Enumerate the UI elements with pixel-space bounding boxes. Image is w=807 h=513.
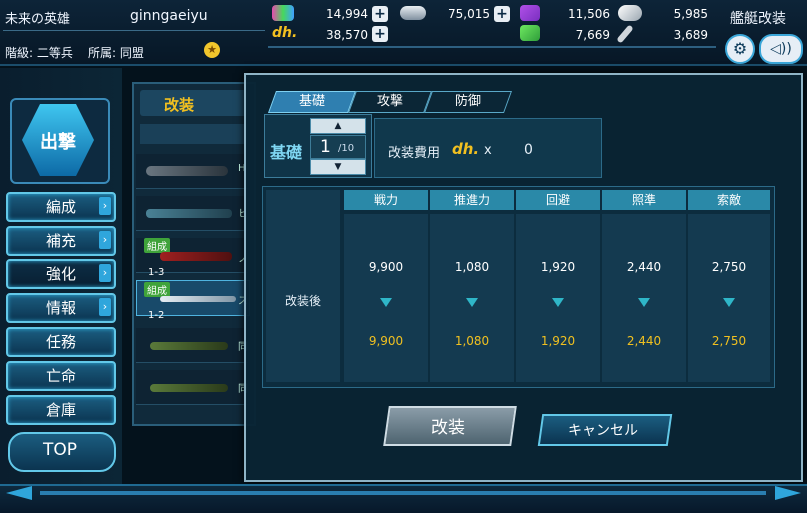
row-label-column — [266, 190, 340, 382]
bottom-bar — [0, 484, 807, 513]
stat-after: 1,080 — [454, 334, 490, 348]
tab-attack[interactable]: 攻撃 — [347, 91, 433, 113]
add-fuel-button[interactable]: + — [494, 6, 510, 22]
stat-after: 2,750 — [711, 334, 747, 348]
stat-before: 2,750 — [711, 260, 747, 274]
column-header: 回避 — [516, 190, 600, 210]
column-header: 照準 — [602, 190, 686, 210]
chevron-right-icon: › — [99, 264, 111, 282]
ship-image — [146, 166, 228, 176]
resource-dh-value: 38,570 — [326, 28, 368, 42]
modify-button-label: 改装 — [431, 418, 465, 438]
resource-fuel-value: 75,015 — [448, 7, 490, 21]
ship-image — [160, 296, 236, 302]
nav-warehouse-button[interactable]: 倉庫 — [6, 395, 116, 425]
add-dh-button[interactable]: + — [372, 26, 388, 42]
arrow-down-icon — [552, 298, 564, 307]
dh-currency-icon: dh. — [272, 25, 298, 41]
top-button-label: TOP — [42, 440, 78, 460]
sortie-label: 出撃 — [40, 132, 76, 153]
metal-icon — [618, 5, 642, 21]
nav-supply-button[interactable]: 補充 › — [6, 226, 116, 256]
formation-badge: 組成 — [144, 238, 170, 253]
ship-list-filter — [140, 124, 248, 144]
scroll-track[interactable] — [40, 491, 766, 495]
level-value: 1 — [320, 137, 331, 157]
cost-label: 改装費用 — [388, 146, 441, 161]
stat-before: 9,900 — [368, 260, 404, 274]
resource-rod-value: 3,689 — [673, 28, 708, 42]
gem-icon — [272, 5, 294, 21]
ship-image — [160, 252, 232, 261]
screen-title: 艦艇改装 — [730, 11, 786, 27]
ship-image — [146, 209, 232, 218]
sound-toggle-icon[interactable]: ◁)) — [759, 34, 803, 64]
resource-metal-value: 5,985 — [673, 7, 708, 21]
cost-multiplier: x — [484, 143, 492, 158]
stat-after: 9,900 — [368, 334, 404, 348]
divider — [3, 30, 265, 31]
arrow-down-icon — [380, 298, 392, 307]
add-gem-button[interactable]: + — [372, 6, 388, 22]
formation-badge: 組成 — [144, 282, 170, 297]
ship-level: 1-3 — [148, 267, 165, 278]
level-max: /10 — [338, 143, 355, 154]
resource-purple-value: 11,506 — [568, 7, 610, 21]
ship-level: 1-2 — [148, 310, 165, 321]
stat-before: 2,440 — [626, 260, 662, 274]
column-header: 戦力 — [344, 190, 428, 210]
nav-formation-button[interactable]: 編成 › — [6, 192, 116, 222]
divider — [268, 46, 716, 48]
player-title: 未来の英雄 — [5, 12, 71, 27]
nav-mission-button[interactable]: 任務 — [6, 327, 116, 357]
dh-currency-icon: dh. — [452, 140, 480, 158]
after-label: 改装後 — [284, 294, 321, 308]
level-up-button[interactable]: ▲ — [310, 118, 366, 134]
rank-label: 階級: 二等兵 — [5, 46, 73, 60]
resource-green-value: 7,669 — [575, 28, 610, 42]
stat-after: 1,920 — [540, 334, 576, 348]
ship-list-title: 改装 — [164, 96, 195, 114]
ship-image — [150, 384, 228, 392]
faction-label: 所属: 同盟 — [88, 46, 144, 60]
nav-enhance-button[interactable]: 強化 › — [6, 259, 116, 289]
arrow-down-icon — [723, 298, 735, 307]
resource-gem-value: 14,994 — [326, 7, 368, 21]
chevron-right-icon: › — [99, 298, 111, 316]
nav-info-button[interactable]: 情報 › — [6, 293, 116, 323]
stat-before: 1,920 — [540, 260, 576, 274]
section-label: 基礎 — [270, 143, 303, 162]
settings-gear-icon[interactable]: ⚙ — [725, 34, 755, 64]
ship-image — [150, 342, 228, 350]
tab-defense[interactable]: 防御 — [423, 91, 513, 113]
cancel-button-label: キャンセル — [568, 423, 638, 439]
faction-emblem-icon: ★ — [204, 42, 220, 58]
column-header: 推進力 — [430, 190, 514, 210]
player-name: ginngaeiyu — [130, 8, 208, 24]
tab-basic[interactable]: 基礎 — [267, 91, 357, 113]
stat-after: 2,440 — [626, 334, 662, 348]
fuel-icon — [400, 6, 426, 20]
level-down-button[interactable]: ▼ — [310, 159, 366, 175]
column-header: 索敵 — [688, 190, 770, 210]
stat-before: 1,080 — [454, 260, 490, 274]
crystal-green-icon — [520, 25, 540, 41]
crystal-purple-icon — [520, 5, 540, 21]
cost-value: 0 — [524, 142, 533, 158]
arrow-down-icon — [466, 298, 478, 307]
nav-defect-button[interactable]: 亡命 — [6, 361, 116, 391]
chevron-right-icon: › — [99, 231, 111, 249]
chevron-right-icon: › — [99, 197, 111, 215]
arrow-down-icon — [638, 298, 650, 307]
